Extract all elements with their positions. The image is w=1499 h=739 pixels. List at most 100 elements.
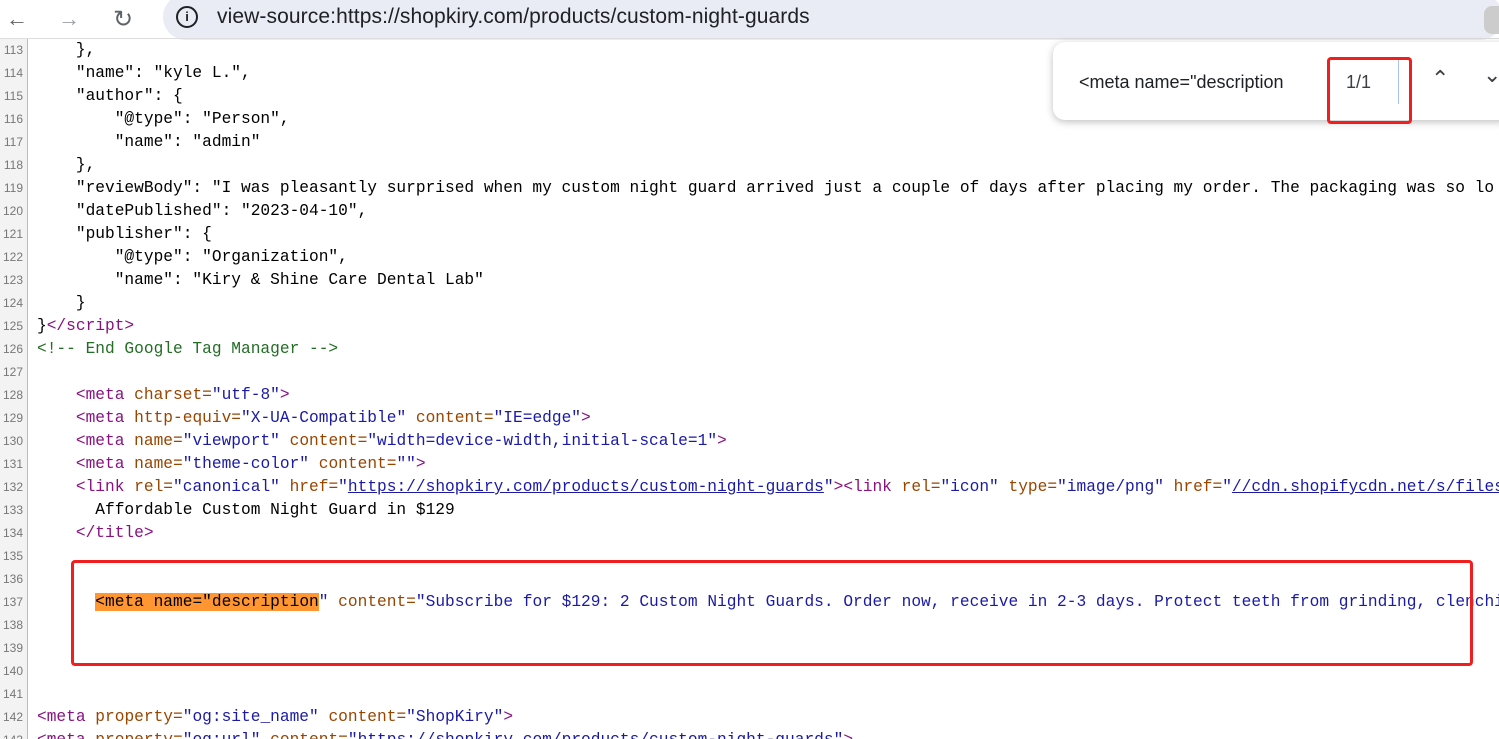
code-token: href= [1163, 478, 1223, 496]
line-number: 119 [0, 177, 28, 200]
code-token: "https://shopkiry.com/products/custom-ni… [348, 731, 843, 739]
line-number: 138 [0, 614, 28, 637]
line-number: 123 [0, 269, 28, 292]
code-token: name= [134, 432, 183, 450]
code-token: content= [309, 455, 397, 473]
code-token: " [823, 478, 834, 496]
browser-toolbar: ← → ↻ i view-source:https://shopkiry.com… [0, 0, 1499, 40]
line-number: 126 [0, 338, 28, 361]
source-line: 134 </title> [0, 522, 1499, 545]
code-token: "theme-color" [182, 455, 310, 473]
code-token: > [503, 708, 514, 726]
code-token: "X-UA-Compatible" [241, 409, 407, 427]
line-number: 116 [0, 108, 28, 131]
code-token: content= [279, 432, 368, 450]
code-token: " [1222, 478, 1232, 496]
code-token: > [279, 386, 290, 404]
code-token: ><link [833, 478, 902, 496]
line-number: 124 [0, 292, 28, 315]
line-number: 128 [0, 384, 28, 407]
source-line: 119 "reviewBody": "I was pleasantly surp… [0, 177, 1499, 200]
source-line: 130 <meta name="viewport" content="width… [0, 430, 1499, 453]
code-token: > [581, 409, 591, 427]
count-annotation-box [1327, 57, 1412, 124]
source-line: 123 "name": "Kiry & Shine Care Dental La… [0, 269, 1499, 292]
source-line: 142 <meta property="og:site_name" content… [0, 706, 1499, 729]
source-link[interactable]: //cdn.shopifycdn.net/s/files [1232, 478, 1499, 496]
find-bar: <meta name="description 1/1 ⌃ ⌄ [1053, 42, 1499, 124]
extension-icon[interactable] [1484, 6, 1499, 34]
code-token: > [843, 731, 853, 739]
code-token: "reviewBody": "I was pleasantly surprise… [37, 179, 1495, 197]
code-token: type= [998, 478, 1058, 496]
code-token: "" [396, 455, 416, 473]
code-token: <!-- End Google Tag Manager --> [37, 340, 339, 358]
line-number: 114 [0, 62, 28, 85]
line-number: 122 [0, 246, 28, 269]
line-number: 134 [0, 522, 28, 545]
code-token: <meta [37, 708, 96, 726]
code-token: name= [134, 455, 183, 473]
code-token: content= [318, 708, 407, 726]
code-token: > [717, 432, 727, 450]
source-line: 126 <!-- End Google Tag Manager --> [0, 338, 1499, 361]
code-token: }, [37, 41, 96, 59]
code-token: > [415, 455, 426, 473]
code-token: } [37, 294, 86, 312]
code-token: property= [95, 731, 182, 739]
code-token: "name": "admin" [37, 133, 261, 151]
code-token: "viewport" [182, 432, 280, 450]
code-token: "icon" [940, 478, 999, 496]
source-link[interactable]: https://shopkiry.com/products/custom-nig… [348, 478, 824, 496]
source-line: 143 <meta property="og:url" content="http… [0, 729, 1499, 739]
code-token: rel= [901, 478, 941, 496]
find-input[interactable]: <meta name="description [1079, 72, 1284, 93]
info-icon[interactable]: i [176, 6, 198, 28]
chevron-up-icon[interactable]: ⌃ [1431, 66, 1449, 92]
line-number: 125 [0, 315, 28, 338]
code-token: "canonical" [173, 478, 280, 496]
line-number: 136 [0, 568, 28, 591]
line-number: 133 [0, 499, 28, 522]
line-number: 118 [0, 154, 28, 177]
source-line: 141 [0, 683, 1499, 706]
line-number: 120 [0, 200, 28, 223]
chevron-down-icon[interactable]: ⌄ [1483, 62, 1499, 88]
code-token: <meta [37, 455, 135, 473]
reload-icon[interactable]: ↻ [108, 4, 138, 34]
source-line: 121 "publisher": { [0, 223, 1499, 246]
code-token: "og:url" [183, 731, 261, 739]
code-token: rel= [134, 478, 174, 496]
source-line: 129 <meta http-equiv="X-UA-Compatible" c… [0, 407, 1499, 430]
back-arrow-icon[interactable]: ← [2, 4, 32, 34]
source-line: 122 "@type": "Organization", [0, 246, 1499, 269]
code-token: href= [279, 478, 339, 496]
source-line: 117 "name": "admin" [0, 131, 1499, 154]
code-token: }, [37, 156, 96, 174]
forward-arrow-icon[interactable]: → [54, 4, 84, 34]
code-token: "width=device-width,initial-scale=1" [367, 432, 718, 450]
code-token: </script> [46, 317, 135, 335]
code-token: <meta [37, 432, 135, 450]
code-token: "name": "Kiry & Shine Care Dental Lab" [37, 271, 484, 289]
code-token: "IE=edge" [493, 409, 582, 427]
line-number: 135 [0, 545, 28, 568]
line-number: 132 [0, 476, 28, 499]
code-token: } [37, 317, 47, 335]
code-token: "@type": "Person", [37, 110, 290, 128]
line-number: 137 [0, 591, 28, 614]
line-number: 115 [0, 85, 28, 108]
code-token: <link [37, 478, 135, 496]
code-token: "og:site_name" [182, 708, 319, 726]
code-token: Affordable Custom Night Guard in $129 [37, 501, 455, 519]
source-line: 127 [0, 361, 1499, 384]
code-token: charset= [134, 386, 212, 404]
line-number: 141 [0, 683, 28, 706]
code-token: "@type": "Organization", [37, 248, 348, 266]
code-token: <meta [37, 386, 135, 404]
source-line: 133 Affordable Custom Night Guard in $12… [0, 499, 1499, 522]
code-token: <meta [37, 731, 95, 739]
highlight-annotation-box [71, 560, 1473, 666]
code-token: <meta [37, 409, 135, 427]
url-text[interactable]: view-source:https://shopkiry.com/product… [217, 5, 810, 29]
